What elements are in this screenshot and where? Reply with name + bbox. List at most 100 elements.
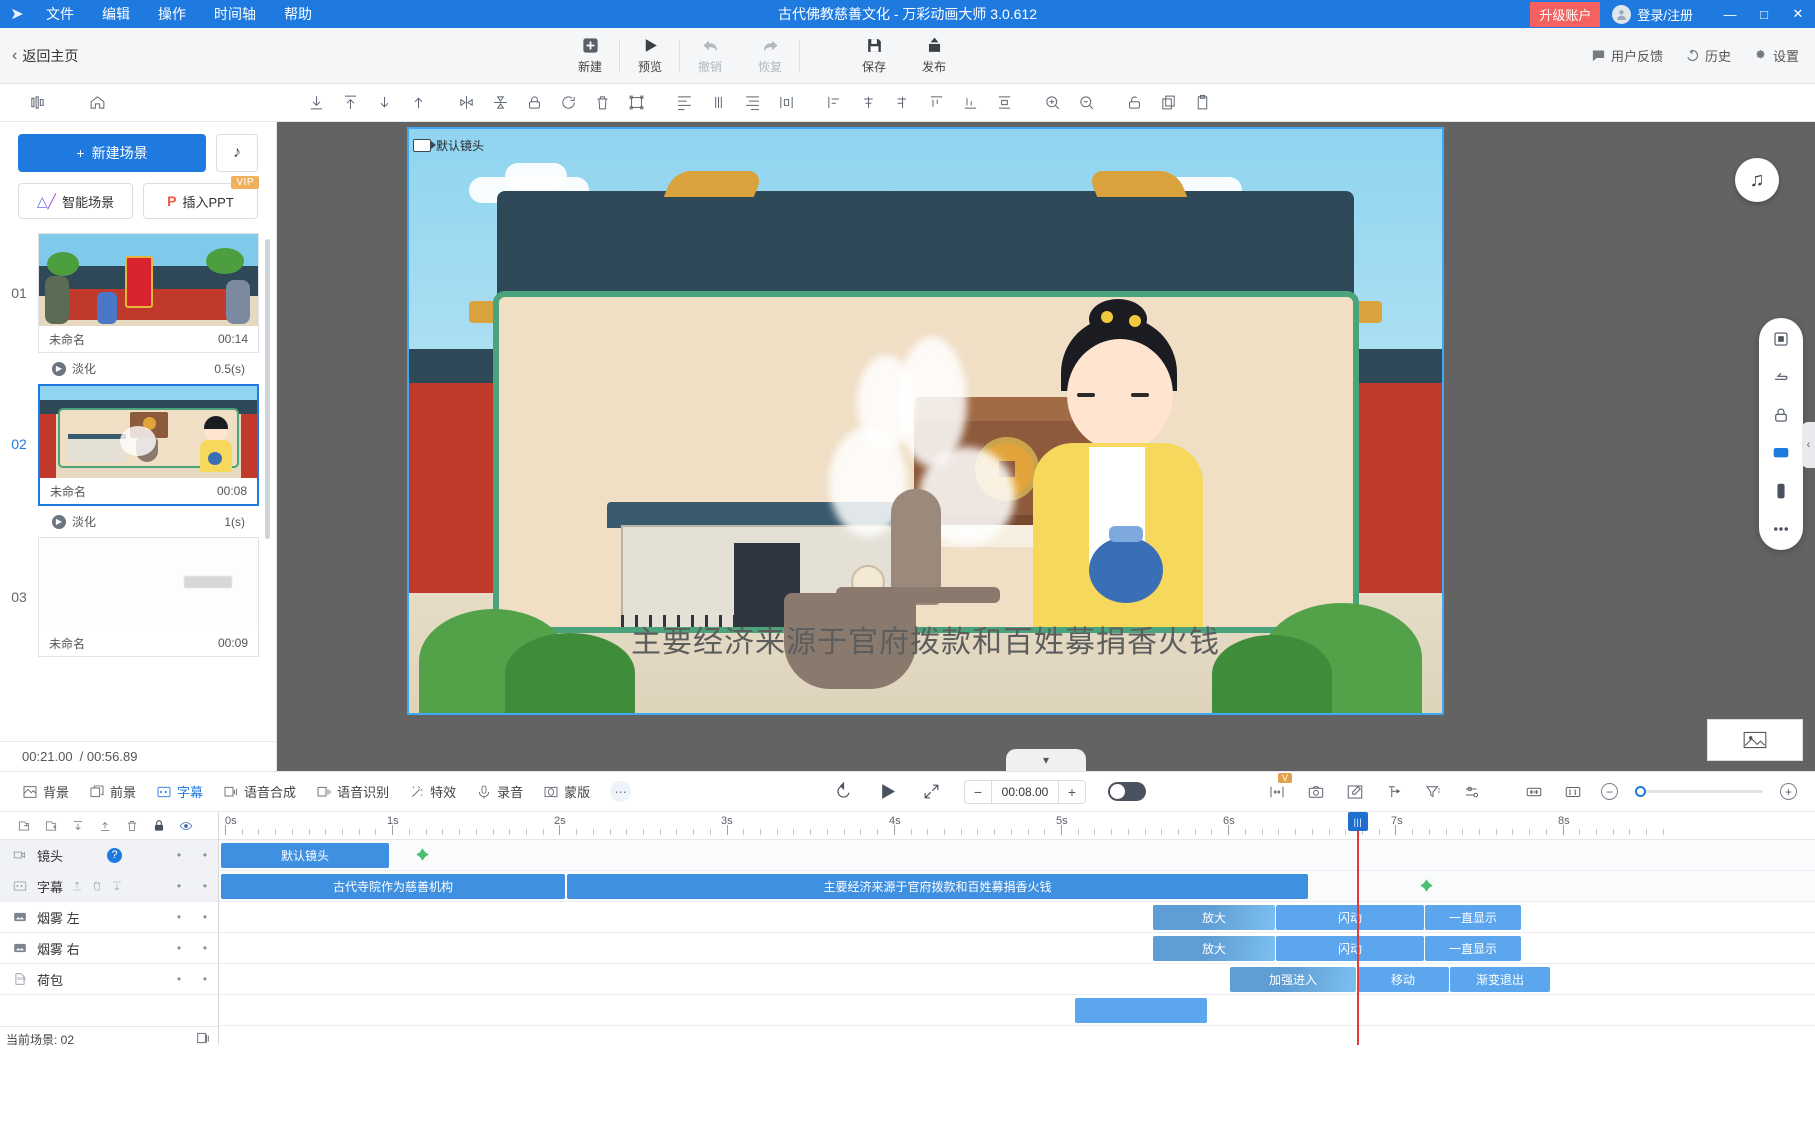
scene-card[interactable]: 未命名 00:09 [38, 537, 259, 657]
asr-button[interactable]: 语音识别 [316, 782, 389, 801]
scene-card[interactable]: 未命名 00:14 [38, 233, 259, 353]
fit-width-icon[interactable]: V [1266, 772, 1292, 802]
zoom-in-icon[interactable] [1035, 90, 1069, 116]
timeline-clip[interactable]: 主要经济来源于官府拨款和百姓募捐香火钱 [567, 874, 1308, 899]
user-feedback-button[interactable]: 用户反馈 [1591, 46, 1663, 65]
unlock-icon[interactable] [1117, 90, 1151, 116]
timeline-ruler[interactable]: 0s 1s 2s 3s 4s 5s 6s 7s 8s [219, 812, 1815, 840]
timeline-tracks-area[interactable]: 0s 1s 2s 3s 4s 5s 6s 7s 8s 默认镜头 古代寺院作为慈善… [219, 812, 1815, 1045]
move-down-icon[interactable] [64, 819, 91, 833]
replay-button[interactable] [832, 781, 854, 803]
display-icon[interactable] [1770, 442, 1792, 464]
more-icon[interactable] [1770, 518, 1792, 540]
zoom-knob[interactable] [1635, 786, 1646, 797]
timeline-clip[interactable]: 闪动 [1276, 936, 1424, 961]
track-visible-dot[interactable]: • [192, 879, 218, 893]
home-icon[interactable] [80, 90, 114, 116]
camera-label[interactable]: 默认镜头 [413, 137, 484, 154]
undo-button[interactable]: 撤销 [680, 28, 740, 84]
timeline-clip[interactable] [1075, 998, 1207, 1023]
distribute-icon[interactable] [769, 90, 803, 116]
timeline-clip[interactable]: 放大 [1153, 936, 1275, 961]
transition-row-2[interactable]: ▶ 淡化 1(s) [0, 506, 259, 537]
upgrade-account-button[interactable]: 升级账户 [1530, 1, 1601, 27]
track-header-subtitle[interactable]: 字幕 • • [0, 871, 218, 902]
scene-list[interactable]: 01 未命名 00:14 ▶ 淡化 0.5(s) 02 未命名 00:08 ▶ … [0, 219, 276, 741]
track-header-camera[interactable]: 镜头 ? • • [0, 840, 218, 871]
record-button[interactable]: 录音 [476, 782, 523, 801]
align-top2-icon[interactable] [919, 90, 953, 116]
edit-icon[interactable] [1344, 782, 1366, 802]
track-row-smoke-right[interactable]: 放大 闪动 一直显示 [219, 933, 1815, 964]
track-visible-dot[interactable]: • [192, 941, 218, 955]
lock-icon[interactable] [1770, 404, 1792, 426]
maximize-button[interactable]: □ [1747, 7, 1781, 22]
save-button[interactable]: 保存 [844, 28, 904, 84]
add-keyframe-icon[interactable] [415, 847, 430, 862]
move-up-icon[interactable] [401, 90, 435, 116]
background-button[interactable]: 背景 [22, 782, 69, 801]
scene-name[interactable]: 未命名 [49, 635, 85, 652]
minimize-button[interactable]: — [1713, 7, 1747, 22]
timeline-clip[interactable]: 闪动 [1276, 905, 1424, 930]
pan-icon[interactable] [1770, 366, 1792, 388]
new-button[interactable]: 新建 [560, 28, 620, 84]
music-button[interactable]: ♪ [216, 134, 258, 172]
history-button[interactable]: 历史 [1685, 46, 1731, 65]
copy-icon[interactable] [1151, 90, 1185, 116]
track-header-smoke-left[interactable]: 烟雾 左 • • [0, 902, 218, 933]
settings-sliders-icon[interactable] [1461, 782, 1483, 802]
canvas-music-button[interactable]: ♫ [1735, 158, 1779, 202]
panel-expand-handle[interactable]: ‹ [1802, 422, 1815, 468]
timeline-clip[interactable]: 一直显示 [1425, 936, 1521, 961]
menu-edit[interactable]: 编辑 [90, 0, 142, 28]
scene-name[interactable]: 未命名 [49, 331, 85, 348]
fit-screen-icon[interactable] [1770, 328, 1792, 350]
scale-1-1-icon[interactable] [1562, 782, 1584, 802]
rotate-icon[interactable] [551, 90, 585, 116]
align-left-icon[interactable] [667, 90, 701, 116]
track-lock-dot[interactable]: • [166, 879, 192, 893]
canvas-thumbnail-preview[interactable] [1707, 719, 1803, 761]
mask-button[interactable]: 蒙版 [543, 782, 590, 801]
add-folder-icon[interactable] [37, 819, 64, 833]
zoom-out-button[interactable]: − [1601, 783, 1618, 800]
align-hright-icon[interactable] [885, 90, 919, 116]
playhead-handle[interactable] [1347, 812, 1368, 831]
scene-item-01[interactable]: 01 未命名 00:14 [0, 233, 276, 353]
scenes-scrollbar[interactable] [265, 239, 270, 539]
more-dots-icon[interactable]: ⋯ [610, 781, 632, 802]
trash-icon[interactable] [585, 90, 619, 116]
track-header-pouch[interactable]: SVG 荷包 • • [0, 964, 218, 995]
align-right-icon[interactable] [735, 90, 769, 116]
align-hleft-icon[interactable] [817, 90, 851, 116]
align-hcenter-icon[interactable] [851, 90, 885, 116]
scene-item-03[interactable]: 03 未命名 00:09 [0, 537, 276, 657]
import-subtitle-icon[interactable] [111, 880, 123, 892]
preview-button[interactable]: 预览 [620, 28, 680, 84]
timeline-clip[interactable]: 加强进入 [1230, 967, 1356, 992]
zoom-in-button[interactable]: + [1780, 783, 1797, 800]
zoom-track[interactable] [1635, 786, 1763, 797]
canvas-area[interactable]: 主要经济来源于官府拨款和百姓募捐香火钱 默认镜头 ♫ ‹ ▾ [277, 122, 1815, 771]
effects-button[interactable]: 特效 [409, 782, 456, 801]
import-icon[interactable] [10, 819, 37, 833]
back-home-button[interactable]: ‹ 返回主页 [0, 46, 78, 66]
track-row-subtitle[interactable]: 古代寺院作为慈善机构 主要经济来源于官府拨款和百姓募捐香火钱 [219, 871, 1815, 902]
tts-button[interactable]: 语音合成 [223, 782, 296, 801]
pin-icon[interactable] [1383, 782, 1405, 802]
fullscreen-button[interactable] [920, 781, 942, 803]
timeline-clip[interactable]: 一直显示 [1425, 905, 1521, 930]
track-visible-dot[interactable]: • [192, 848, 218, 862]
play-button[interactable] [876, 781, 898, 803]
align-center-icon[interactable] [701, 90, 735, 116]
fit-horizontal-icon[interactable] [1523, 782, 1545, 802]
group-icon[interactable] [619, 90, 653, 116]
track-lock-dot[interactable]: • [166, 941, 192, 955]
transition-row-1[interactable]: ▶ 淡化 0.5(s) [0, 353, 259, 384]
playhead[interactable] [1347, 812, 1368, 1045]
timeline-clip[interactable]: 放大 [1153, 905, 1275, 930]
timeline-clip[interactable]: 渐变退出 [1450, 967, 1550, 992]
insert-ppt-button[interactable]: P 插入PPT VIP [143, 176, 259, 219]
add-keyframe-icon[interactable] [1419, 878, 1434, 893]
